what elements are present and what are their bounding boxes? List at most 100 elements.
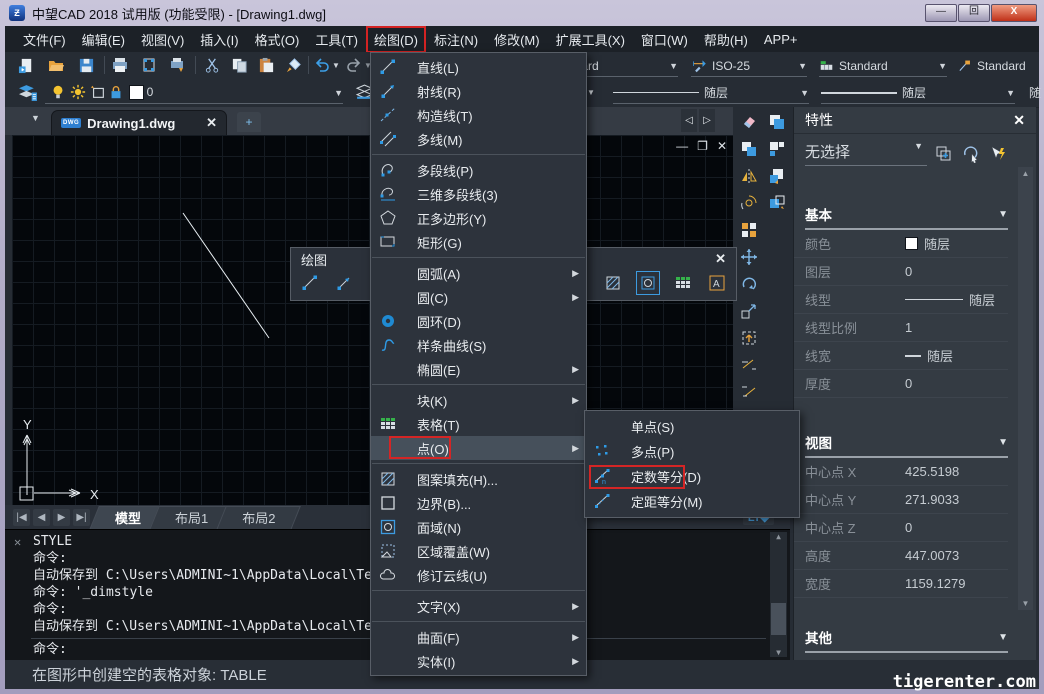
- scroll-down-icon[interactable]: ▼: [1018, 599, 1033, 608]
- property-row-layer[interactable]: 图层 0: [794, 258, 1008, 286]
- property-row-thickness[interactable]: 厚度 0: [794, 370, 1008, 398]
- menu-item-arc[interactable]: 圆弧(A)▶: [371, 261, 586, 285]
- scroll-left-icon[interactable]: ◁: [681, 109, 697, 132]
- menu-tools[interactable]: 工具(T): [307, 26, 366, 53]
- close-icon[interactable]: ✕: [715, 251, 726, 267]
- property-row-lineweight[interactable]: 线宽 随层: [794, 342, 1008, 370]
- menu-help[interactable]: 帮助(H): [696, 26, 756, 53]
- plot-icon[interactable]: [167, 54, 189, 76]
- table-style-dropdown[interactable]: Standard▼: [819, 55, 947, 77]
- print-icon[interactable]: [109, 54, 131, 76]
- menu-item-ellipse[interactable]: 椭圆(E)▶: [371, 357, 586, 381]
- submenu-item-divide[interactable]: n 定数等分(D): [585, 464, 799, 489]
- paste-clip-icon[interactable]: [766, 164, 789, 187]
- chevron-down-icon[interactable]: ▼: [798, 61, 807, 71]
- erase-icon[interactable]: [738, 110, 761, 133]
- layer-properties-icon[interactable]: [17, 81, 39, 103]
- offset-icon[interactable]: [738, 191, 761, 214]
- menu-item-spline[interactable]: 样条曲线(S): [371, 333, 586, 357]
- mtext-icon[interactable]: A: [706, 272, 728, 294]
- tab-model[interactable]: 模型: [98, 505, 158, 530]
- menu-item-polyline[interactable]: 多段线(P): [371, 158, 586, 182]
- move-icon[interactable]: [738, 245, 761, 268]
- scroll-up-icon[interactable]: ▲: [1018, 167, 1033, 178]
- hatch-icon[interactable]: [602, 272, 624, 294]
- mirror-icon[interactable]: [738, 164, 761, 187]
- collapse-icon[interactable]: ▼: [998, 632, 1008, 643]
- redo-icon[interactable]: [345, 54, 363, 76]
- match-properties-icon[interactable]: [282, 54, 304, 76]
- menu-item-circle[interactable]: 圆(C)▶: [371, 285, 586, 309]
- save-icon[interactable]: [75, 54, 97, 76]
- selection-dropdown[interactable]: 无选择▼: [805, 141, 927, 166]
- submenu-item-measure[interactable]: 定距等分(M): [585, 489, 799, 514]
- open-icon[interactable]: [45, 54, 67, 76]
- first-tab-icon[interactable]: |◀: [13, 509, 30, 526]
- property-row-linetype[interactable]: 线型 随层: [794, 286, 1008, 314]
- menu-item-rectangle[interactable]: 矩形(G): [371, 230, 586, 254]
- mleader-style-dropdown[interactable]: Standard: [957, 55, 1037, 76]
- menu-edit[interactable]: 编辑(E): [74, 26, 133, 53]
- scale-icon[interactable]: [738, 299, 761, 322]
- property-row-color[interactable]: 颜色 随层: [794, 230, 1008, 258]
- property-row-center-x[interactable]: 中心点 X 425.5198: [794, 458, 1008, 486]
- menu-item-multiline[interactable]: 多线(M): [371, 127, 586, 151]
- menu-item-wipeout[interactable]: 区域覆盖(W): [371, 539, 586, 563]
- section-view-header[interactable]: 视图▼: [805, 429, 1008, 458]
- tab-close-icon[interactable]: ✕: [206, 115, 217, 131]
- toggle-pickadd-icon[interactable]: [987, 143, 1008, 164]
- property-row-center-z[interactable]: 中心点 Z 0: [794, 514, 1008, 542]
- select-objects-icon[interactable]: [960, 143, 981, 164]
- menu-modify[interactable]: 修改(M): [486, 26, 548, 53]
- menu-item-solid[interactable]: 实体(I)▶: [371, 649, 586, 673]
- next-tab-icon[interactable]: ▶: [53, 509, 70, 526]
- doc-list-dropdown-icon[interactable]: ▼: [31, 113, 40, 123]
- menu-item-line[interactable]: 直线(L): [371, 55, 586, 79]
- menu-format[interactable]: 格式(O): [247, 26, 308, 53]
- array-icon[interactable]: [738, 218, 761, 241]
- ray-icon[interactable]: [333, 272, 355, 294]
- new-icon[interactable]: [15, 54, 37, 76]
- chevron-down-icon[interactable]: ▼: [1006, 88, 1015, 98]
- copy-clip-icon[interactable]: [766, 110, 789, 133]
- scroll-down-icon[interactable]: ▼: [776, 648, 781, 657]
- menu-item-region[interactable]: 面域(N): [371, 515, 586, 539]
- print-preview-icon[interactable]: [138, 54, 160, 76]
- menu-draw[interactable]: 绘图(D): [366, 26, 426, 53]
- chevron-down-icon[interactable]: ▼: [914, 141, 923, 162]
- menu-item-boundary[interactable]: 边界(B)...: [371, 491, 586, 515]
- collapse-icon[interactable]: ▼: [998, 209, 1008, 220]
- new-tab-button[interactable]: +: [237, 112, 261, 132]
- tab-layout1[interactable]: 布局1: [158, 505, 225, 530]
- properties-scrollbar[interactable]: ▲ ▼: [1018, 167, 1033, 610]
- submenu-item-multiple-points[interactable]: 多点(P): [585, 439, 799, 464]
- menu-file[interactable]: 文件(F): [15, 26, 74, 53]
- menu-item-ray[interactable]: 射线(R): [371, 79, 586, 103]
- menu-item-3d-polyline[interactable]: 三维多段线(3): [371, 182, 586, 206]
- dim-style-dropdown[interactable]: ISO-25▼: [691, 55, 807, 77]
- menu-item-donut[interactable]: 圆环(D): [371, 309, 586, 333]
- quick-select-icon[interactable]: [933, 143, 954, 164]
- property-row-width[interactable]: 宽度 1159.1279: [794, 570, 1008, 598]
- copy-icon[interactable]: [228, 54, 250, 76]
- chevron-down-icon[interactable]: ▼: [334, 88, 343, 98]
- rotate-icon[interactable]: [738, 272, 761, 295]
- region-icon[interactable]: [636, 271, 660, 295]
- property-row-height[interactable]: 高度 447.0073: [794, 542, 1008, 570]
- cut-icon[interactable]: [201, 54, 223, 76]
- linetype-dropdown[interactable]: 随层 ▼: [613, 82, 809, 104]
- lineweight-dropdown[interactable]: 随层 ▼: [821, 82, 1015, 104]
- paste-icon[interactable]: [255, 54, 277, 76]
- property-row-center-y[interactable]: 中心点 Y 271.9033: [794, 486, 1008, 514]
- property-row-linetype-scale[interactable]: 线型比例 1: [794, 314, 1008, 342]
- extend-icon[interactable]: [738, 380, 761, 403]
- chevron-down-icon[interactable]: ▼: [938, 61, 947, 71]
- undo-dropdown-icon[interactable]: ▼: [331, 54, 341, 76]
- document-tab[interactable]: DWG Drawing1.dwg ✕: [51, 110, 227, 135]
- menu-app-plus[interactable]: APP+: [756, 28, 806, 51]
- menu-dimension[interactable]: 标注(N): [426, 26, 486, 53]
- scroll-right-icon[interactable]: ▷: [699, 109, 715, 132]
- menu-insert[interactable]: 插入(I): [192, 26, 246, 53]
- paste-block-icon[interactable]: [766, 191, 789, 214]
- close-button[interactable]: X: [991, 4, 1037, 22]
